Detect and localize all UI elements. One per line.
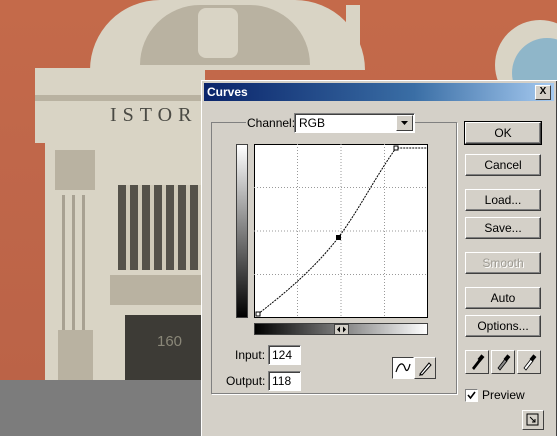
auto-label: Auto [490,291,516,305]
flute-line [72,195,75,335]
options-button[interactable]: Options... [465,315,541,337]
input-field[interactable]: 124 [268,345,301,365]
options-label: Options... [477,319,529,333]
curve-point-tool-button[interactable] [392,357,414,379]
swap-arrows-icon [337,326,346,333]
pencil-icon [419,362,432,376]
gradient-flip-button[interactable] [334,324,349,335]
channel-value: RGB [299,116,326,130]
input-label: Input: [235,348,266,362]
checkmark-icon [467,391,476,400]
save-label: Save... [484,221,522,235]
chevron-down-icon [401,121,408,125]
output-gradient-bar [236,144,248,318]
cancel-label: Cancel [484,158,522,172]
gray-eyedropper-button[interactable] [491,350,515,374]
channel-select[interactable]: RGB [294,113,415,133]
curve-graph[interactable] [254,144,428,318]
white-eyedropper-button[interactable] [517,350,541,374]
curve-point-active[interactable] [336,235,341,240]
door-number: 160 [157,333,183,350]
preview-checkbox[interactable] [465,389,478,402]
capital-carving [55,150,95,190]
cancel-button[interactable]: Cancel [465,154,541,176]
white-eyedropper-icon [523,354,537,371]
channel-dropdown-button[interactable] [396,115,413,131]
output-label: Output: [226,374,266,388]
curve-point-black[interactable] [255,311,261,317]
flute-line [62,195,65,335]
output-value: 118 [272,374,292,388]
center-cartouche [198,8,238,58]
expand-view-button[interactable] [522,410,544,430]
load-button[interactable]: Load... [465,189,541,211]
pencil-tool-button[interactable] [414,357,436,379]
black-eyedropper-button[interactable] [465,350,489,374]
cornice-band [35,95,205,101]
smooth-label: Smooth [482,256,524,270]
dialog-titlebar[interactable]: Curves X [204,83,554,101]
smooth-button[interactable]: Smooth [465,252,541,274]
input-gradient-bar [254,323,428,335]
finial [346,5,360,70]
ok-label: OK [494,126,512,140]
curves-dialog: Curves X Channel: RGB Input: 124 Output:… [201,80,557,436]
channel-label: Channel: [246,116,297,130]
transom-carving [110,275,201,305]
curve-point-white[interactable] [393,145,399,151]
output-field[interactable]: 118 [268,371,301,391]
close-icon: X [539,86,547,97]
window-grille [118,185,201,270]
gray-eyedropper-icon [497,354,511,371]
resize-icon [526,413,539,426]
black-eyedropper-icon [472,354,485,370]
building-lettering: ISTOR [110,104,198,126]
load-label: Load... [484,193,522,207]
auto-button[interactable]: Auto [465,287,541,309]
ok-button[interactable]: OK [464,121,542,145]
flute-line [82,195,85,335]
dialog-title: Curves [207,85,248,99]
input-value: 124 [272,348,293,362]
close-button[interactable]: X [535,85,551,100]
pilaster-base-carving [58,330,93,380]
save-button[interactable]: Save... [465,217,541,239]
curve-tool-icon [395,363,411,373]
preview-label: Preview [482,388,525,402]
